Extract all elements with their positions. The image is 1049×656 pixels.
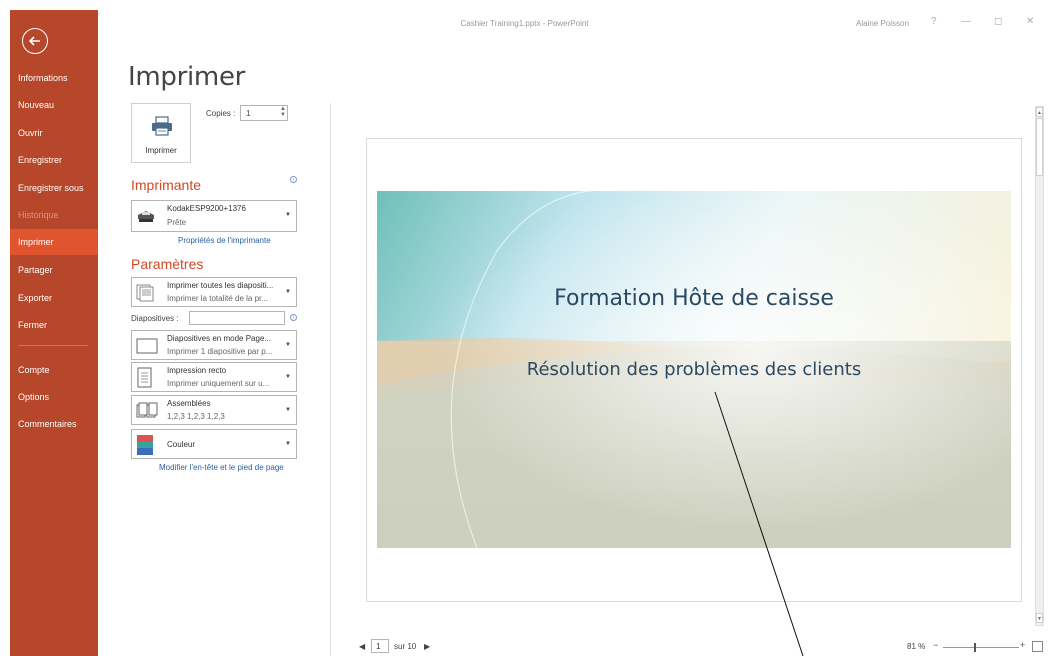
printer-dropdown[interactable]: KodakESP9200+1376 Prête ▼ bbox=[131, 200, 297, 232]
slide-subtitle: Résolution des problèmes des clients bbox=[526, 359, 862, 380]
slides-label: Diapositives : bbox=[131, 314, 179, 323]
back-arrow-icon[interactable] bbox=[22, 28, 48, 54]
nav-item-nouveau[interactable]: Nouveau bbox=[10, 92, 98, 118]
close-button[interactable]: ✕ bbox=[1026, 16, 1034, 27]
layout-dropdown[interactable]: Diapositives en mode Page... Imprimer 1 … bbox=[131, 330, 297, 360]
print-button-label: Imprimer bbox=[145, 146, 177, 155]
next-page-icon[interactable]: ▶ bbox=[424, 642, 430, 651]
fit-to-window-icon[interactable] bbox=[1032, 641, 1043, 652]
collated-icon bbox=[136, 402, 158, 418]
chevron-down-icon: ▼ bbox=[285, 374, 291, 380]
user-name[interactable]: Alaine Poisson bbox=[856, 19, 909, 28]
printer-section-title: Imprimante bbox=[131, 177, 202, 193]
minimize-button[interactable]: — bbox=[961, 16, 971, 27]
collate-desc: 1,2,3 1,2,3 1,2,3 bbox=[167, 412, 225, 421]
chevron-down-icon: ▼ bbox=[285, 407, 291, 413]
chevron-down-icon: ▼ bbox=[285, 289, 291, 295]
zoom-slider-thumb[interactable] bbox=[974, 643, 976, 652]
nav-item-options[interactable]: Options bbox=[10, 384, 98, 410]
print-range-label: Imprimer toutes les diapositi... bbox=[167, 281, 274, 290]
nav-item-partager[interactable]: Partager bbox=[10, 257, 98, 283]
printer-device-icon bbox=[138, 211, 154, 222]
info-icon[interactable]: i bbox=[290, 314, 297, 321]
header-footer-link[interactable]: Modifier l'en-tête et le pied de page bbox=[159, 463, 284, 472]
color-print-icon bbox=[137, 435, 153, 455]
printer-icon bbox=[152, 116, 172, 136]
zoom-out-button[interactable]: − bbox=[933, 640, 938, 650]
collate-dropdown[interactable]: Assemblées 1,2,3 1,2,3 1,2,3 ▼ bbox=[131, 395, 297, 425]
sides-label: Impression recto bbox=[167, 366, 227, 375]
layout-label: Diapositives en mode Page... bbox=[167, 334, 272, 343]
nav-item-imprimer[interactable]: Imprimer bbox=[10, 229, 98, 255]
nav-item-commentaires[interactable]: Commentaires bbox=[10, 411, 98, 437]
sides-dropdown[interactable]: Impression recto Imprimer uniquement sur… bbox=[131, 362, 297, 392]
print-range-desc: Imprimer la totalité de la pr... bbox=[167, 294, 268, 303]
collate-label: Assemblées bbox=[167, 399, 211, 408]
nav-item-enregistrer[interactable]: Enregistrer bbox=[10, 147, 98, 173]
zoom-in-button[interactable]: + bbox=[1020, 640, 1025, 650]
slides-input[interactable] bbox=[189, 311, 285, 325]
copies-label: Copies : bbox=[206, 109, 236, 118]
backstage-nav: Informations Nouveau Ouvrir Enregistrer … bbox=[10, 10, 98, 656]
page-title: Imprimer bbox=[128, 62, 246, 92]
preview-scrollbar[interactable] bbox=[1035, 106, 1044, 626]
all-slides-icon bbox=[136, 284, 154, 302]
nav-item-compte[interactable]: Compte bbox=[10, 357, 98, 383]
settings-section-title: Paramètres bbox=[131, 256, 204, 272]
page-number-input[interactable]: 1 bbox=[371, 639, 389, 653]
nav-item-informations[interactable]: Informations bbox=[10, 65, 98, 91]
print-button[interactable]: Imprimer bbox=[131, 103, 191, 163]
printer-status: Prête bbox=[167, 218, 187, 227]
restore-button[interactable]: ◻ bbox=[994, 16, 1002, 27]
slide-title: Formation Hôte de caisse bbox=[554, 286, 834, 311]
scroll-down-icon[interactable]: ▼ bbox=[1036, 613, 1043, 623]
nav-item-fermer[interactable]: Fermer bbox=[10, 312, 98, 338]
printer-name: KodakESP9200+1376 bbox=[167, 204, 246, 213]
color-dropdown[interactable]: Couleur ▼ bbox=[131, 429, 297, 459]
panel-divider bbox=[330, 103, 331, 656]
sides-desc: Imprimer uniquement sur u... bbox=[167, 379, 270, 388]
info-icon[interactable]: i bbox=[290, 176, 297, 183]
color-label: Couleur bbox=[167, 440, 196, 449]
nav-item-exporter[interactable]: Exporter bbox=[10, 285, 98, 311]
printer-properties-link[interactable]: Propriétés de l'imprimante bbox=[178, 236, 271, 245]
scroll-up-icon[interactable]: ▲ bbox=[1036, 107, 1043, 117]
nav-item-ouvrir[interactable]: Ouvrir bbox=[10, 120, 98, 146]
full-page-slide-icon bbox=[136, 338, 158, 354]
nav-divider bbox=[18, 345, 88, 346]
layout-desc: Imprimer 1 diapositive par p... bbox=[167, 347, 273, 356]
chevron-down-icon: ▼ bbox=[285, 441, 291, 447]
nav-item-historique: Historique bbox=[18, 210, 59, 220]
page-total: sur 10 bbox=[394, 642, 417, 651]
help-button[interactable]: ? bbox=[931, 16, 937, 27]
zoom-level[interactable]: 81 % bbox=[907, 642, 925, 651]
copies-spinner[interactable]: ▲ ▼ bbox=[280, 106, 286, 118]
print-range-dropdown[interactable]: Imprimer toutes les diapositi... Imprime… bbox=[131, 277, 297, 307]
chevron-down-icon: ▼ bbox=[285, 212, 291, 218]
slide-preview: Formation Hôte de caisse Résolution des … bbox=[377, 191, 1011, 548]
zoom-slider[interactable] bbox=[943, 647, 1019, 648]
nav-item-enregistrer-sous[interactable]: Enregistrer sous bbox=[10, 175, 98, 201]
scroll-thumb[interactable] bbox=[1036, 118, 1043, 176]
one-sided-icon bbox=[137, 367, 152, 388]
prev-page-icon[interactable]: ◀ bbox=[359, 642, 365, 651]
chevron-down-icon: ▼ bbox=[285, 342, 291, 348]
